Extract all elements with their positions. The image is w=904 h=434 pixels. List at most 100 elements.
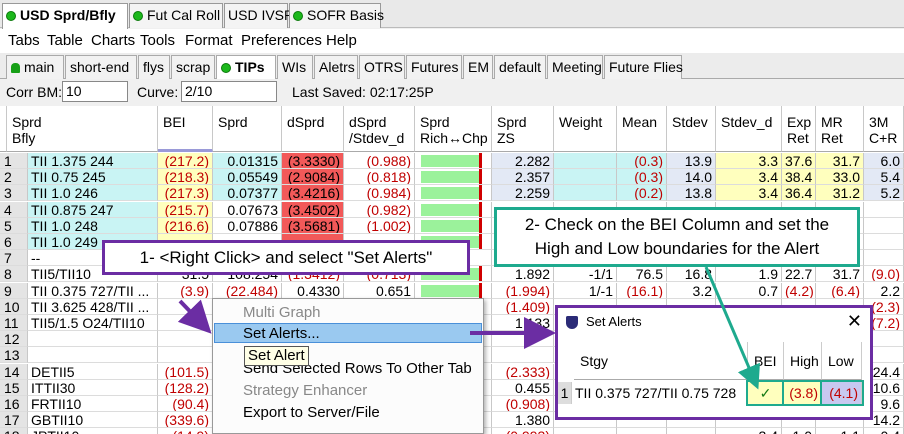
cell-stdevd[interactable]: 0.7 — [716, 282, 782, 299]
sub-tab-aletrs[interactable]: Aletrs — [314, 55, 358, 79]
cell-c3[interactable]: 2.2 — [864, 282, 904, 299]
cell-zs[interactable]: (1.409) — [492, 298, 554, 315]
cell-name[interactable]: TII 3.625 428/TII ... — [28, 298, 158, 315]
cell-bei[interactable] — [158, 331, 213, 348]
menu-item-strategy-enhancer[interactable]: Strategy Enhancer — [243, 381, 367, 401]
menu-table[interactable]: Table — [47, 29, 83, 53]
cell-mean[interactable]: (0.3) — [617, 169, 667, 186]
row-number[interactable]: 11 — [0, 315, 28, 331]
cell-w[interactable] — [554, 169, 617, 186]
cell-c3[interactable]: 6.0 — [864, 153, 904, 169]
cell-zs[interactable]: 2.357 — [492, 169, 554, 186]
cell-sprd[interactable]: 0.01315 — [213, 153, 282, 169]
sub-tab-meeting[interactable]: Meeting — [547, 55, 603, 79]
column-header-13[interactable]: MR Ret — [816, 106, 864, 152]
cell-zs[interactable]: (1.994) — [492, 282, 554, 299]
cell-zs[interactable]: 0.455 — [492, 379, 554, 396]
menu-tabs[interactable]: Tabs — [8, 29, 40, 53]
cell-stdev[interactable]: 14.0 — [667, 169, 716, 186]
rich-cheap-bar[interactable] — [415, 153, 492, 169]
cell-mr[interactable]: 31.7 — [816, 153, 864, 169]
cell-dsprd[interactable]: (3.4216) — [282, 185, 344, 202]
cell-stdev[interactable]: 3.2 — [667, 282, 716, 299]
row-number[interactable]: 10 — [0, 298, 28, 315]
menu-format[interactable]: Format — [185, 29, 233, 53]
cell-bei[interactable]: (101.5) — [158, 363, 213, 380]
row-number[interactable]: 16 — [0, 396, 28, 412]
row-number[interactable]: 2 — [0, 169, 28, 186]
column-header-14[interactable]: 3M C+R — [864, 106, 904, 152]
cell-zs[interactable]: (0.993) — [492, 428, 554, 434]
high-input[interactable]: (3.8) — [782, 380, 824, 406]
low-input[interactable]: (4.1) — [820, 380, 864, 406]
top-tab-usd-ivsp[interactable]: USD IVSP — [224, 3, 293, 28]
cell-exp[interactable]: 36.4 — [782, 185, 816, 202]
corr-bm-input[interactable]: 10 — [62, 81, 128, 102]
cell-zs[interactable]: 2.259 — [492, 185, 554, 202]
row-number[interactable]: 12 — [0, 331, 28, 348]
top-tab-usd-sprd-bfly[interactable]: USD Sprd/Bfly — [2, 3, 128, 29]
cell-c3[interactable]: 5.4 — [864, 169, 904, 186]
cell-w[interactable]: 1/-1 — [554, 282, 617, 299]
cell-name[interactable]: TII5/1.5 O24/TII10 — [28, 315, 158, 331]
column-header-11[interactable]: Stdev_d — [716, 106, 782, 152]
cell-w[interactable] — [554, 185, 617, 202]
cell-name[interactable]: TII 0.375 727/TII ... — [28, 282, 158, 299]
cell-mr[interactable]: (6.4) — [816, 282, 864, 299]
menu-tools[interactable]: Tools — [140, 29, 175, 53]
cell-exp[interactable]: 22.7 — [782, 266, 816, 283]
row-number[interactable]: 15 — [0, 379, 28, 396]
menu-charts[interactable]: Charts — [91, 29, 135, 53]
cell-sprd[interactable]: 0.07377 — [213, 185, 282, 202]
rich-cheap-bar[interactable] — [415, 201, 492, 218]
cell-mean[interactable]: (0.2) — [617, 185, 667, 202]
close-icon[interactable]: ✕ — [847, 310, 862, 332]
sub-tab-main[interactable]: main — [6, 55, 64, 79]
menu-item-multi-graph[interactable]: Multi Graph — [243, 303, 321, 323]
sub-tab-future-flies[interactable]: Future Flies — [604, 55, 683, 79]
cell-stdevd[interactable]: 3.4 — [716, 428, 782, 434]
cell-name[interactable]: DETII5 — [28, 363, 158, 380]
cell-bei[interactable]: (218.3) — [158, 169, 213, 186]
row-number[interactable]: 3 — [0, 185, 28, 202]
sub-tab-short-end[interactable]: short-end — [65, 55, 137, 79]
top-tab-sofr-basis[interactable]: SOFR Basis — [289, 3, 384, 28]
cell-mr[interactable]: 31.2 — [816, 185, 864, 202]
cell-c3[interactable] — [864, 234, 904, 250]
cell-name[interactable]: GBTII10 — [28, 412, 158, 429]
cell-bei[interactable]: (14.9) — [158, 428, 213, 434]
cell-dsprd[interactable]: 0.4330 — [282, 282, 344, 299]
cell-mr[interactable]: 1.1 — [816, 428, 864, 434]
column-header-3[interactable]: Sprd — [213, 106, 282, 152]
sub-tab-tips[interactable]: TIPs — [216, 55, 276, 79]
cell-c3[interactable] — [864, 217, 904, 234]
top-tab-fut-cal-roll[interactable]: Fut Cal Roll — [129, 3, 223, 28]
cell-exp[interactable]: 1.0 — [782, 428, 816, 434]
cell-dsd[interactable]: 0.651 — [344, 282, 415, 299]
cell-name[interactable]: TII 0.75 245 — [28, 169, 158, 186]
column-header-2[interactable]: BEI — [158, 106, 213, 152]
sub-tab-scrap[interactable]: scrap — [171, 55, 215, 79]
column-header-9[interactable]: Mean — [617, 106, 667, 152]
cell-stdev[interactable]: 16.8 — [667, 266, 716, 283]
cell-bei[interactable] — [158, 298, 213, 315]
cell-bei[interactable]: (216.6) — [158, 217, 213, 234]
cell-mr[interactable]: 31.7 — [816, 266, 864, 283]
cell-bei[interactable]: (128.2) — [158, 379, 213, 396]
cell-zs[interactable]: 1.380 — [492, 412, 554, 429]
menu-item-set-alerts[interactable]: Set Alerts... — [214, 323, 482, 343]
cell-bei[interactable] — [158, 315, 213, 331]
cell-mean[interactable]: (0.3) — [617, 153, 667, 169]
cell-bei[interactable]: (217.2) — [158, 153, 213, 169]
row-number[interactable]: 9 — [0, 282, 28, 299]
cell-w[interactable] — [554, 428, 617, 434]
cell-exp[interactable]: (4.2) — [782, 282, 816, 299]
sub-tab-otrs[interactable]: OTRS — [359, 55, 405, 79]
menu-preferences[interactable]: Preferences — [241, 29, 322, 53]
row-number[interactable]: 18 — [0, 428, 28, 434]
cell-sprd[interactable]: 0.07886 — [213, 217, 282, 234]
cell-name[interactable]: ITTII30 — [28, 379, 158, 396]
column-header-5[interactable]: dSprd/Stdev_d — [344, 106, 415, 152]
cell-exp[interactable]: 37.6 — [782, 153, 816, 169]
menu-item-export[interactable]: Export to Server/File — [243, 403, 380, 423]
